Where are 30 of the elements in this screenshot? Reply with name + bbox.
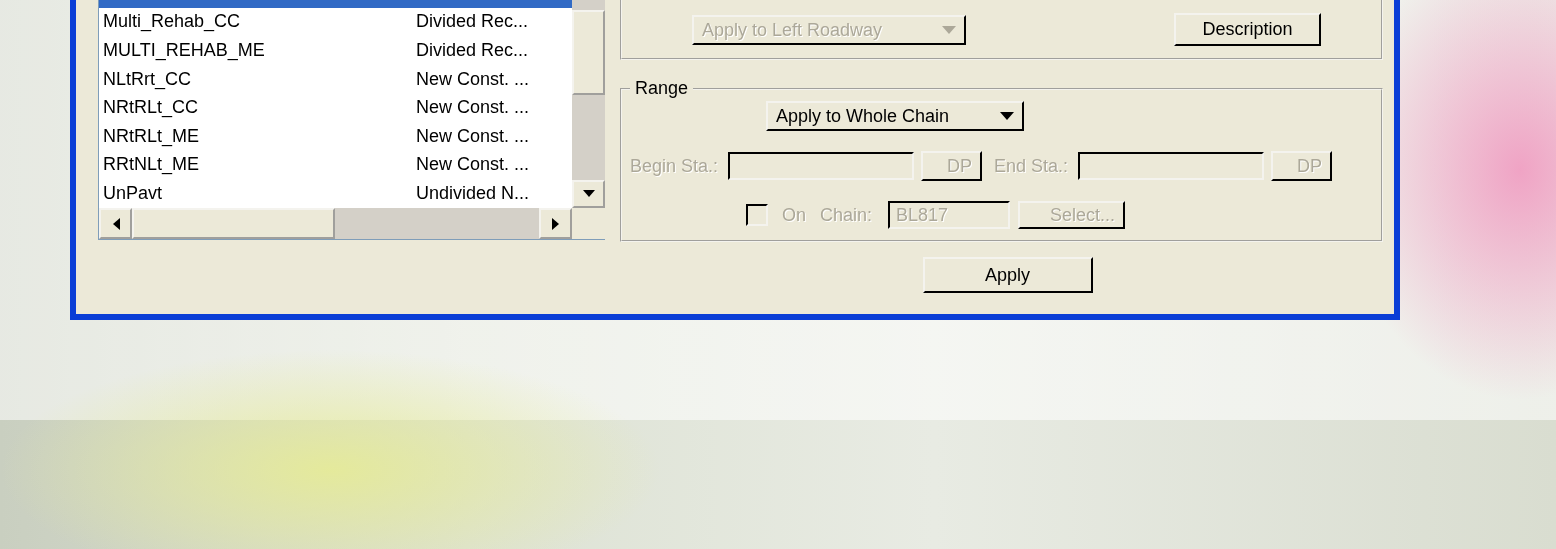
- scroll-right-button[interactable]: [539, 208, 572, 239]
- scrollbar-corner: [572, 208, 605, 239]
- list-row[interactable]: UnPavt Undivided N...: [99, 179, 572, 208]
- horizontal-scrollbar[interactable]: [99, 208, 572, 239]
- scroll-down-button[interactable]: [572, 180, 605, 208]
- chain-label: Chain:: [820, 204, 873, 226]
- list-row[interactable]: NRtRLt_CC New Const. ...: [99, 93, 572, 122]
- begin-station-field[interactable]: [728, 152, 915, 180]
- end-station-field[interactable]: [1078, 152, 1265, 180]
- list-row[interactable]: NLtRrt_CC New Const. ...: [99, 64, 572, 94]
- list-row[interactable]: RRtNLt_ME New Const. ...: [99, 150, 572, 180]
- caret-icon: [942, 26, 956, 34]
- scrollbar-thumb[interactable]: [572, 10, 605, 95]
- apply-button[interactable]: Apply: [922, 257, 1093, 293]
- end-station-label: End Sta.:: [994, 155, 1069, 177]
- scroll-left-button[interactable]: [99, 208, 132, 239]
- down-arrow-icon: [582, 190, 595, 198]
- caret-icon: [1000, 112, 1014, 120]
- description-button[interactable]: Description: [1174, 13, 1321, 46]
- scrollbar-thumb[interactable]: [132, 208, 335, 239]
- right-arrow-icon: [551, 217, 560, 230]
- left-arrow-icon: [111, 217, 120, 230]
- list-row[interactable]: MULTI_REHAB_ME Divided Rec...: [99, 36, 572, 65]
- scope-dropdown[interactable]: Apply to Whole Chain: [766, 101, 1024, 131]
- list-row[interactable]: Multi_Rehab_CC Divided Rec...: [99, 7, 572, 37]
- range-title: Range: [634, 78, 690, 99]
- begin-station-label: Begin Sta.:: [630, 155, 719, 177]
- list-row[interactable]: NRtRLt_ME New Const. ...: [99, 121, 572, 151]
- vertical-scrollbar[interactable]: [572, 0, 605, 208]
- on-label: On: [782, 204, 806, 226]
